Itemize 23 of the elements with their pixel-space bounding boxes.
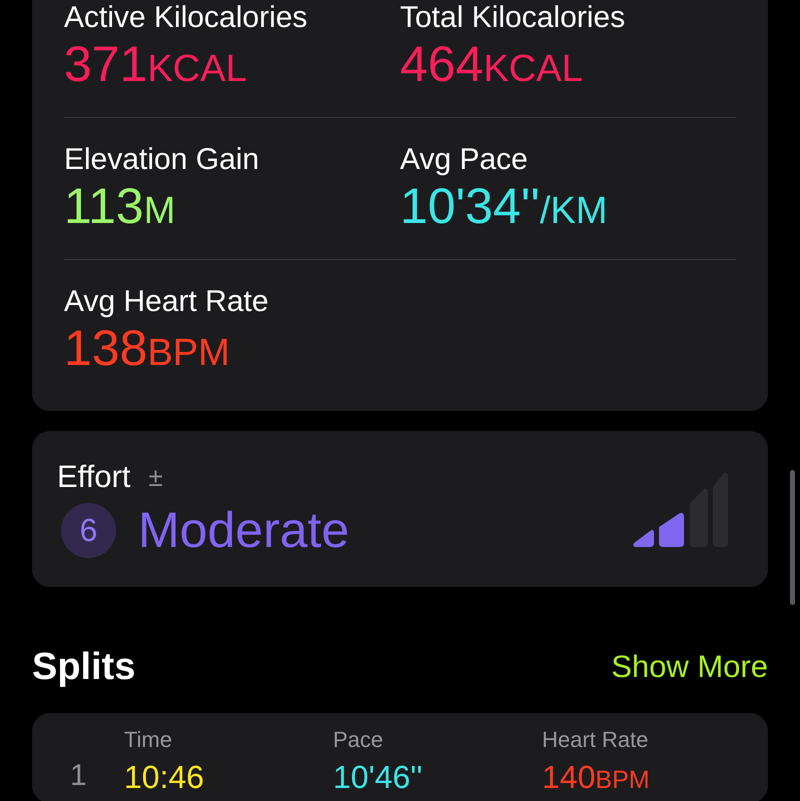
split-time: 10:46 <box>124 759 206 796</box>
metric-value: 464KCAL <box>400 36 584 94</box>
split-heart-rate: 140BPM <box>542 759 651 796</box>
column-header: Pace <box>333 727 384 753</box>
metric-label: Elevation Gain <box>64 142 260 178</box>
split-pace: 10'46'' <box>333 759 424 796</box>
effort-score-badge: 6 <box>61 502 116 558</box>
metric-value: 371KCAL <box>64 36 248 94</box>
metric-label: Total Kilocalories <box>400 0 626 36</box>
metric-value: 113M <box>64 178 176 236</box>
metric-label: Active Kilocalories <box>64 0 308 36</box>
metric-value: 10'34''/KM <box>400 178 608 236</box>
section-title: Splits <box>32 646 136 688</box>
effort-title: Effort <box>57 459 131 495</box>
show-more-link[interactable]: Show More <box>611 649 768 685</box>
effort-level-label: Moderate <box>138 501 350 559</box>
metric-label: Avg Pace <box>400 142 529 178</box>
split-number: 1 <box>70 759 88 794</box>
metric-label: Avg Heart Rate <box>64 284 270 320</box>
column-header: Heart Rate <box>542 727 650 753</box>
column-header: Time <box>124 727 174 753</box>
adjust-button[interactable]: ± <box>148 462 163 492</box>
metric-value: 138BPM <box>64 320 231 378</box>
